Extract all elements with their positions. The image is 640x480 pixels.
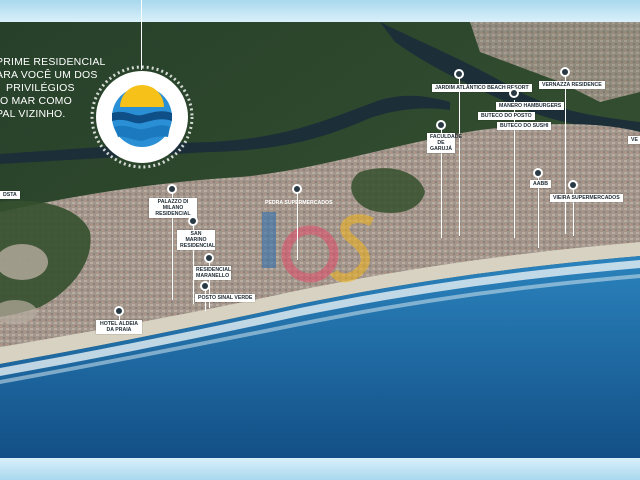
place-edge-right[interactable]: VE: [628, 136, 640, 144]
place-edge-left[interactable]: DSTA: [0, 191, 20, 199]
place-aabb[interactable]: AABB: [530, 180, 551, 188]
map-pin-icon: [436, 120, 446, 130]
map-pin-icon: [188, 216, 198, 226]
place-palazzo[interactable]: PALAZZO DI MILANO RESIDENCIAL: [149, 198, 197, 218]
map-pin-icon: [509, 88, 519, 98]
place-buteco-sushi[interactable]: BUTECO DO SUSHI: [497, 122, 552, 130]
place-san-marino[interactable]: SAN MARINO RESIDENCIAL: [177, 230, 215, 250]
map-pin-icon: [114, 306, 124, 316]
map-pin-icon: [560, 67, 570, 77]
place-vernazza[interactable]: VERNAZZA RESIDENCE: [539, 81, 605, 89]
map-pin-icon: [167, 184, 177, 194]
frame-bottom: [0, 458, 640, 480]
place-maranello[interactable]: RESIDENCIAL MARANELLO: [193, 266, 231, 280]
place-sinal-verde[interactable]: POSTO SINAL VERDE: [195, 294, 256, 302]
map-presentation: PRIME RESIDENCIAL ARA VOCÊ UM DOS PRIVIL…: [0, 0, 640, 480]
logo-leader-line: [141, 0, 142, 70]
place-buteco-posto[interactable]: BUTECO DO POSTO: [478, 112, 535, 120]
frame-top: [0, 0, 640, 22]
map-pin-icon: [454, 69, 464, 79]
sunset-over-sea-logo: [90, 65, 194, 169]
place-hotel[interactable]: HOTEL ALDEIA DA PRAIA: [96, 320, 142, 334]
place-vieira[interactable]: VIEIRA SUPERMERCADOS: [550, 194, 623, 202]
map-pin-icon: [204, 253, 214, 263]
map-pin-icon: [533, 168, 543, 178]
map-pin-icon: [568, 180, 578, 190]
place-pedra[interactable]: PEDRA SUPERMERCADOS: [262, 199, 336, 207]
place-manero[interactable]: MANERO HAMBURGERS: [496, 102, 565, 110]
map-pin-icon: [292, 184, 302, 194]
map-pin-icon: [200, 281, 210, 291]
place-faculdade[interactable]: FACULDADE DE GARUJÁ: [427, 133, 462, 153]
